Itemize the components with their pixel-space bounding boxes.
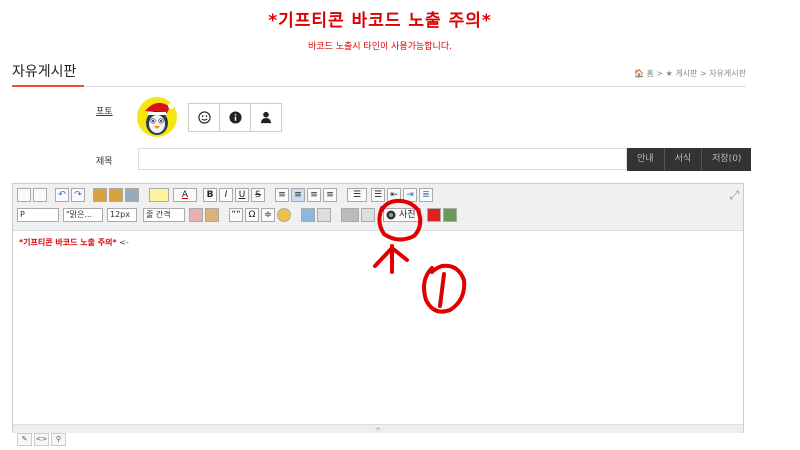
annotation-number-one bbox=[438, 272, 446, 308]
annotation-overlay bbox=[373, 198, 467, 314]
annotation-circle bbox=[377, 198, 423, 242]
